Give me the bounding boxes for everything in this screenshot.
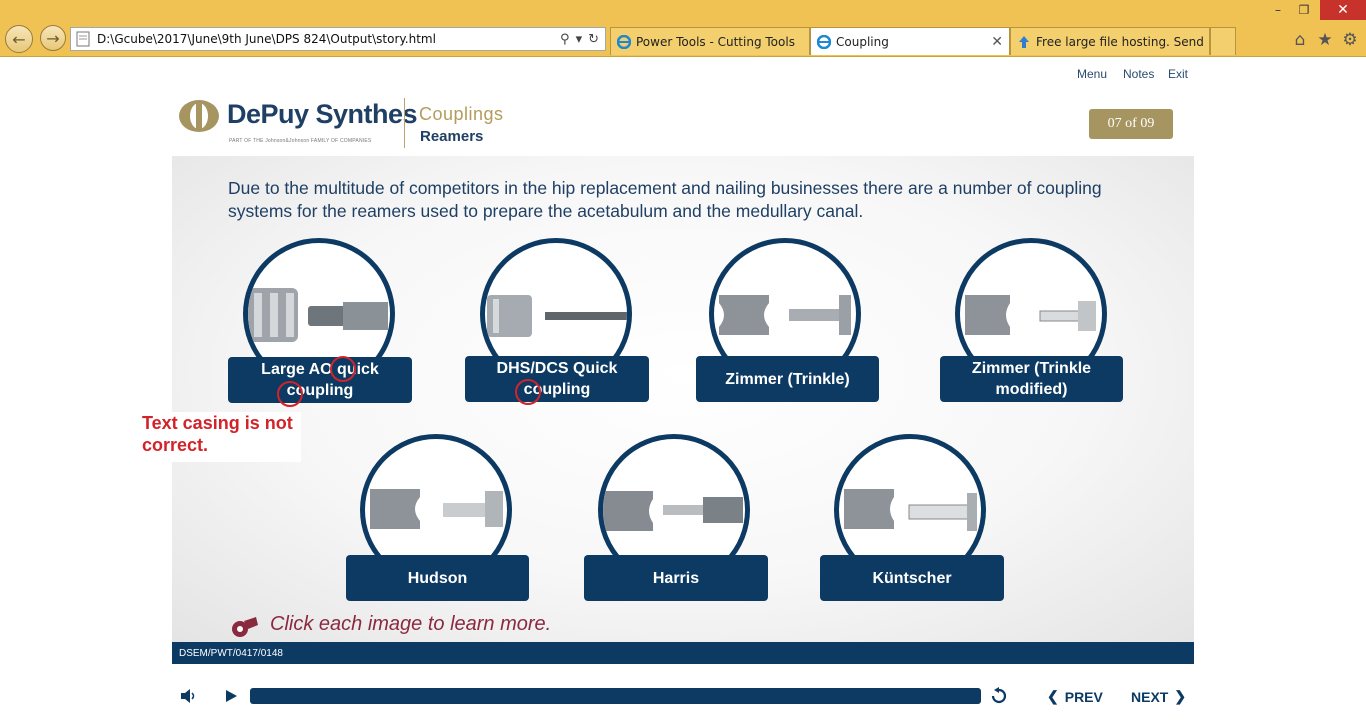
- review-circle-marker: [277, 381, 303, 407]
- replay-icon[interactable]: [990, 687, 1008, 705]
- click-hand-icon: [232, 617, 258, 637]
- favorites-star-icon[interactable]: ★: [1315, 30, 1335, 50]
- refresh-icon[interactable]: ↻: [588, 32, 599, 47]
- tab-coupling[interactable]: Coupling ✕: [810, 27, 1010, 55]
- chevron-left-icon: ❮: [1047, 688, 1059, 704]
- review-circle-marker: [330, 356, 356, 382]
- window-close-icon[interactable]: ✕: [1320, 0, 1366, 20]
- instruction-text: Click each image to learn more.: [270, 613, 552, 635]
- address-bar[interactable]: D:\Gcube\2017\June\9th June\DPS 824\Outp…: [70, 27, 606, 51]
- coupling-label-zimmer-trinkle[interactable]: Zimmer (Trinkle): [696, 356, 879, 402]
- coupling-label-zimmer-modified[interactable]: Zimmer (Trinkle modified): [940, 356, 1123, 402]
- search-icon[interactable]: ⚲: [560, 32, 570, 47]
- page-icon: [76, 31, 90, 47]
- dropdown-icon[interactable]: ▾: [576, 32, 583, 47]
- volume-icon[interactable]: [180, 688, 198, 704]
- course-title: Couplings: [419, 104, 504, 124]
- next-button[interactable]: NEXT ❯: [1131, 688, 1186, 705]
- minimize-icon[interactable]: –: [1265, 0, 1291, 20]
- tab-file-hosting[interactable]: Free large file hosting. Send bi...: [1010, 27, 1210, 55]
- seek-bar[interactable]: [250, 688, 981, 704]
- slide-footer-bar: [172, 642, 1194, 664]
- ie-icon: [617, 34, 631, 49]
- chevron-right-icon: ❯: [1174, 688, 1187, 704]
- slide-counter: 07 of 09: [1089, 109, 1173, 139]
- home-icon[interactable]: ⌂: [1290, 30, 1310, 50]
- review-note: Text casing is not correct.: [137, 412, 301, 462]
- back-button[interactable]: ←: [5, 25, 33, 53]
- upload-icon: [1019, 35, 1029, 48]
- coupling-label-kuntscher[interactable]: Küntscher: [820, 555, 1004, 601]
- coupling-label-hudson[interactable]: Hudson: [346, 555, 529, 601]
- address-url[interactable]: D:\Gcube\2017\June\9th June\DPS 824\Outp…: [97, 32, 560, 46]
- course-subtitle: Reamers: [420, 128, 484, 145]
- forward-arrow-icon: →: [46, 28, 60, 48]
- coupling-label-large-ao[interactable]: Large AO quick coupling: [228, 357, 412, 403]
- coupling-label-harris[interactable]: Harris: [584, 555, 768, 601]
- new-tab-button[interactable]: [1210, 27, 1236, 55]
- logo-divider: [404, 98, 405, 148]
- document-code: DSEM/PWT/0417/0148: [179, 648, 283, 659]
- review-circle-marker: [515, 379, 541, 405]
- play-icon[interactable]: [224, 689, 238, 703]
- close-tab-icon[interactable]: ✕: [991, 34, 1003, 50]
- exit-link[interactable]: Exit: [1168, 67, 1188, 81]
- ie-icon: [817, 34, 831, 49]
- settings-gear-icon[interactable]: ⚙: [1340, 30, 1360, 50]
- restore-icon[interactable]: ❐: [1291, 0, 1317, 20]
- tab-label: Coupling: [836, 34, 889, 49]
- tab-label: Free large file hosting. Send bi...: [1036, 34, 1203, 49]
- back-arrow-icon: ←: [12, 29, 26, 49]
- notes-link[interactable]: Notes: [1123, 67, 1154, 81]
- prev-button[interactable]: ❮ PREV: [1047, 688, 1103, 705]
- coupling-label-dhs-dcs[interactable]: DHS/DCS Quick coupling: [465, 356, 649, 402]
- menu-link[interactable]: Menu: [1077, 67, 1107, 81]
- tab-label: Power Tools - Cutting Tools: [636, 34, 795, 49]
- company-logo-tagline: PART OF THE Johnson&Johnson FAMILY OF CO…: [229, 138, 372, 144]
- prev-label: PREV: [1064, 688, 1103, 705]
- intro-text: Due to the multitude of competitors in t…: [228, 178, 1102, 221]
- depuy-synthes-logo-icon: [179, 100, 219, 132]
- company-logo-text: DePuy Synthes: [227, 99, 418, 129]
- next-label: NEXT: [1131, 688, 1169, 705]
- forward-button[interactable]: →: [40, 25, 66, 51]
- tab-power-tools[interactable]: Power Tools - Cutting Tools: [610, 27, 810, 55]
